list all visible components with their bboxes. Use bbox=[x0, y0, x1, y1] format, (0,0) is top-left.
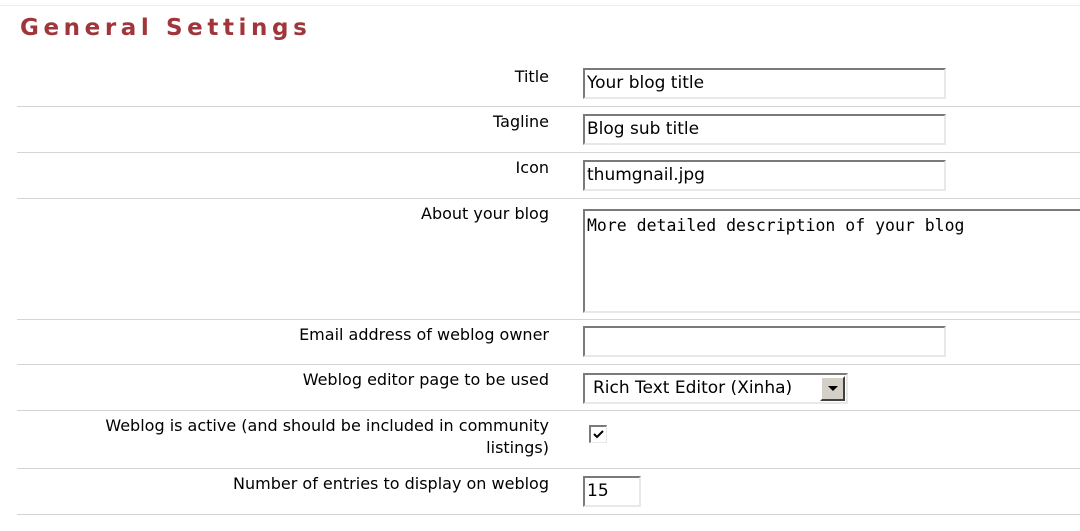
tagline-label: Tagline bbox=[493, 112, 549, 131]
settings-row-entries: Number of entries to display on weblog 1… bbox=[17, 469, 1080, 515]
title-label: Title bbox=[514, 67, 549, 86]
top-divider bbox=[0, 5, 1080, 6]
email-input[interactable] bbox=[583, 326, 946, 357]
editor-select-dropdown-button[interactable] bbox=[820, 376, 845, 401]
settings-row-email: Email address of weblog owner bbox=[17, 320, 1080, 365]
icon-input[interactable]: thumgnail.jpg bbox=[583, 160, 946, 191]
active-label-line1: Weblog is active (and should be included… bbox=[105, 416, 549, 435]
editor-select[interactable]: Rich Text Editor (Xinha) bbox=[583, 373, 848, 404]
entries-label: Number of entries to display on weblog bbox=[233, 474, 549, 493]
checkmark-icon bbox=[593, 430, 604, 439]
tagline-input[interactable]: Blog sub title bbox=[583, 114, 946, 145]
section-title: General Settings bbox=[20, 15, 312, 41]
email-label: Email address of weblog owner bbox=[299, 325, 549, 344]
active-label: Weblog is active (and should be included… bbox=[19, 415, 549, 459]
chevron-down-icon bbox=[828, 386, 838, 391]
title-input[interactable]: Your blog title bbox=[583, 68, 946, 99]
general-settings-page: General Settings Title Your blog title T… bbox=[0, 0, 1080, 531]
active-checkbox[interactable] bbox=[589, 425, 607, 443]
editor-label: Weblog editor page to be used bbox=[302, 370, 549, 389]
settings-row-active: Weblog is active (and should be included… bbox=[17, 411, 1080, 469]
about-textarea[interactable]: More detailed description of your blog bbox=[583, 209, 1080, 313]
settings-row-editor: Weblog editor page to be used Rich Text … bbox=[17, 365, 1080, 411]
settings-row-icon: Icon thumgnail.jpg bbox=[17, 153, 1080, 199]
about-label: About your blog bbox=[421, 204, 549, 223]
settings-row-tagline: Tagline Blog sub title bbox=[17, 107, 1080, 153]
settings-row-title: Title Your blog title bbox=[17, 62, 1080, 107]
icon-label: Icon bbox=[515, 158, 549, 177]
settings-row-about: About your blog More detailed descriptio… bbox=[17, 199, 1080, 320]
entries-input[interactable]: 15 bbox=[583, 476, 641, 507]
active-label-line2: listings) bbox=[486, 438, 549, 457]
editor-select-value: Rich Text Editor (Xinha) bbox=[593, 378, 793, 398]
